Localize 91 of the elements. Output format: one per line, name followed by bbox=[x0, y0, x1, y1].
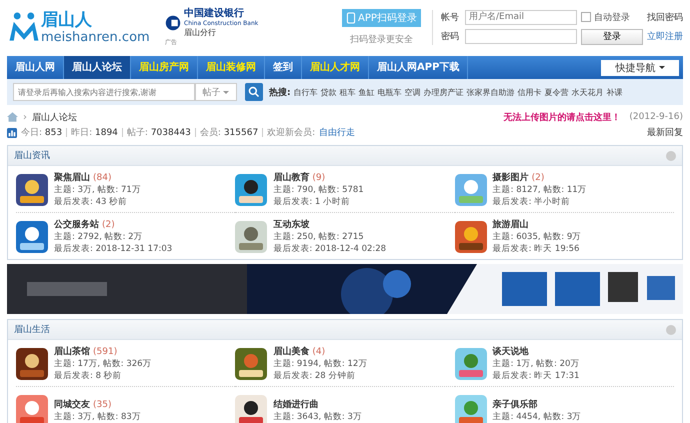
forum-name-link[interactable]: 眉山茶馆 bbox=[54, 346, 90, 358]
welcome-label: 欢迎新会员: bbox=[267, 126, 316, 139]
account-field[interactable]: 用户名/Email bbox=[465, 10, 577, 24]
notice-date: (2012-9-16) bbox=[629, 112, 683, 122]
forum-name-link[interactable]: 结婚进行曲 bbox=[273, 399, 318, 411]
register-link[interactable]: 立即注册 bbox=[647, 30, 683, 43]
hot-search-link[interactable]: 自行车 bbox=[294, 86, 318, 98]
hot-search-link[interactable]: 水天花月 bbox=[572, 86, 604, 98]
nav-tab[interactable]: 眉山人论坛 bbox=[64, 56, 131, 79]
hot-search-link[interactable]: 贷款 bbox=[320, 86, 337, 98]
forum-name-link[interactable]: 眉山美食 bbox=[273, 346, 310, 358]
auto-login-checkbox[interactable]: 自动登录 bbox=[581, 10, 643, 24]
forum-stats: 主题: 8127, 帖数: 11万 bbox=[492, 184, 587, 196]
forum-name-link[interactable]: 摄影图片 bbox=[492, 172, 529, 184]
search-button[interactable] bbox=[245, 83, 263, 101]
logo-title: 眉山人 bbox=[41, 10, 93, 30]
search-scope-dropdown[interactable]: 帖子 bbox=[195, 83, 237, 101]
forum-name-link[interactable]: 互动东坡 bbox=[273, 219, 310, 231]
login-button[interactable]: 登录 bbox=[581, 28, 643, 44]
last-post-time: 最后发表: 半小时前 bbox=[492, 196, 572, 208]
hot-search-link[interactable]: 信用卡 bbox=[518, 86, 542, 98]
new-post-count: (9) bbox=[312, 172, 326, 184]
phone-icon bbox=[346, 12, 356, 24]
collapse-icon[interactable] bbox=[666, 324, 676, 334]
last-post-time: 最后发表: 2018-12-31 17:03 bbox=[54, 243, 172, 255]
forum-name-link[interactable]: 聚焦眉山 bbox=[54, 172, 90, 184]
new-member-link[interactable]: 自由行走 bbox=[319, 126, 356, 139]
new-post-count: (84) bbox=[93, 172, 112, 184]
forum-stats: 主题: 6035, 帖数: 9万 bbox=[492, 231, 582, 243]
last-post-time: 最后发表: 43 秒前 bbox=[54, 196, 128, 208]
breadcrumb-separator: › bbox=[23, 112, 27, 122]
password-field[interactable] bbox=[465, 29, 577, 44]
new-post-count: (2) bbox=[102, 219, 115, 231]
last-post-time: 最后发表: 8 秒前 bbox=[54, 370, 123, 382]
logo-domain: meishanren.com bbox=[41, 30, 150, 44]
hot-search-link[interactable]: 补课 bbox=[606, 86, 623, 98]
forum-stats: 主题: 2792, 帖数: 2万 bbox=[54, 231, 144, 243]
hot-search-link[interactable]: 租车 bbox=[340, 86, 356, 98]
home-icon[interactable] bbox=[7, 112, 18, 122]
new-post-count: (2) bbox=[532, 172, 544, 184]
new-post-count: (35) bbox=[93, 399, 112, 411]
hot-search-link[interactable]: 电瓶车 bbox=[378, 86, 402, 98]
forum-name-link[interactable]: 眉山教育 bbox=[273, 172, 310, 184]
bank-branch: 眉山分行 bbox=[184, 28, 217, 38]
forum-stats: 主题: 250, 帖数: 2715 bbox=[273, 231, 365, 243]
last-post-time: 最后发表: 28 分钟前 bbox=[273, 370, 356, 382]
forgot-password-link[interactable]: 找回密码 bbox=[647, 10, 683, 24]
forum-stats: 主题: 4454, 帖数: 3万 bbox=[492, 411, 582, 423]
hot-search-link[interactable]: 空调 bbox=[404, 86, 421, 98]
app-login-hint: 扫码登录更安全 bbox=[350, 34, 413, 46]
hot-search-label: 热搜: bbox=[269, 86, 291, 98]
last-post-time: 最后发表: 2018-12-4 02:28 bbox=[273, 243, 386, 255]
new-post-count: (4) bbox=[312, 346, 326, 358]
stat-text: 今日: 853 bbox=[21, 126, 62, 139]
stats-icon bbox=[7, 128, 17, 138]
forum-name-link[interactable]: 亲子俱乐部 bbox=[492, 399, 538, 411]
quick-nav-button[interactable]: 快捷导航 bbox=[601, 60, 679, 76]
forum-name-link[interactable]: 公交服务站 bbox=[54, 219, 99, 231]
password-label: 密码 bbox=[441, 30, 460, 43]
stat-text: 会员: 315567 bbox=[200, 126, 258, 139]
new-post-count: (591) bbox=[93, 346, 118, 358]
section-title: 眉山生活 bbox=[14, 324, 50, 336]
forum-stats: 主题: 3643, 帖数: 3万 bbox=[273, 411, 362, 423]
forum-stats: 主题: 17万, 帖数: 326万 bbox=[54, 358, 152, 370]
breadcrumb-link[interactable]: 眉山人论坛 bbox=[32, 110, 77, 124]
latest-replies-link[interactable]: 最新回复 bbox=[647, 126, 683, 139]
stat-text: 帖子: 7038443 bbox=[126, 126, 191, 139]
bank-logo-icon bbox=[165, 14, 181, 30]
forum-stats: 主题: 3万, 帖数: 71万 bbox=[54, 184, 141, 196]
search-field[interactable]: 请登录后再输入搜索内容进行搜索,谢谢 bbox=[13, 83, 195, 101]
bank-name: 中国建设银行 bbox=[184, 8, 245, 20]
last-post-time: 最后发表: 昨天 19:56 bbox=[492, 243, 580, 255]
last-post-time: 最后发表: 昨天 17:31 bbox=[492, 370, 580, 382]
section-title: 眉山资讯 bbox=[14, 150, 50, 162]
forum-stats: 主题: 3万, 帖数: 83万 bbox=[54, 411, 141, 423]
hot-search-link[interactable]: 张家界自助游 bbox=[466, 86, 515, 98]
account-label: 帐号 bbox=[441, 12, 460, 24]
forum-stats: 主题: 9194, 帖数: 12万 bbox=[273, 358, 368, 370]
forum-name-link[interactable]: 旅游眉山 bbox=[492, 219, 529, 231]
hot-search-link[interactable]: 鱼缸 bbox=[358, 86, 375, 98]
forum-stats: 主题: 1万, 帖数: 20万 bbox=[492, 358, 580, 370]
notice-link[interactable]: 无法上传图片的请点击这里！ bbox=[503, 110, 620, 124]
hot-search-link[interactable]: 夏令营 bbox=[544, 86, 569, 98]
last-post-time: 最后发表: 1 小时前 bbox=[273, 196, 352, 208]
forum-name-link[interactable]: 谈天说地 bbox=[492, 346, 529, 358]
forum-stats: 主题: 790, 帖数: 5781 bbox=[273, 184, 364, 196]
stat-text: 昨日: 1894 bbox=[71, 126, 118, 139]
search-icon bbox=[248, 86, 260, 98]
collapse-icon[interactable] bbox=[666, 150, 676, 160]
forum-name-link[interactable]: 同城交友 bbox=[54, 399, 90, 411]
hot-search-link[interactable]: 办理房产证 bbox=[424, 86, 464, 98]
